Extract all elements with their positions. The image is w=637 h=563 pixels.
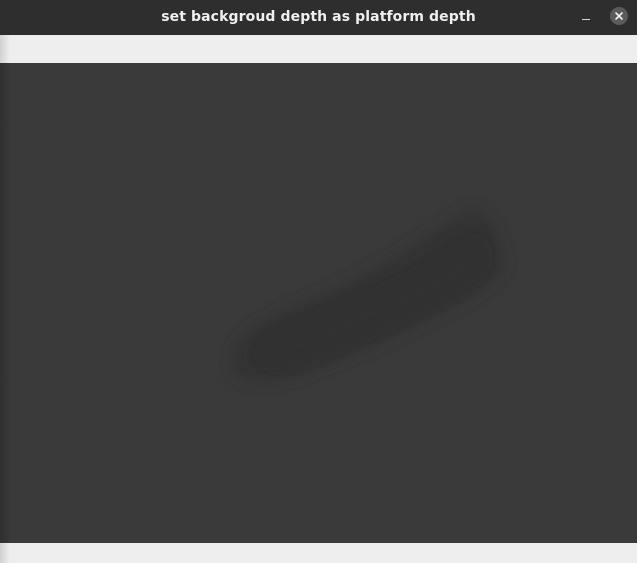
viewport-edge: [0, 63, 12, 543]
minimize-icon: [582, 19, 590, 20]
close-button[interactable]: [610, 7, 628, 25]
top-panel: [0, 35, 637, 63]
minimize-button[interactable]: [576, 6, 598, 28]
depth-image-view: [0, 63, 637, 543]
title-bar[interactable]: set backgroud depth as platform depth: [0, 0, 637, 35]
bottom-panel: [0, 543, 637, 563]
window-title: set backgroud depth as platform depth: [161, 9, 476, 25]
close-icon: [615, 12, 623, 20]
app-window: set backgroud depth as platform depth: [0, 0, 637, 563]
depth-image-canvas: [232, 209, 505, 382]
top-panel-edge: [0, 35, 10, 63]
bottom-panel-edge: [0, 543, 10, 563]
